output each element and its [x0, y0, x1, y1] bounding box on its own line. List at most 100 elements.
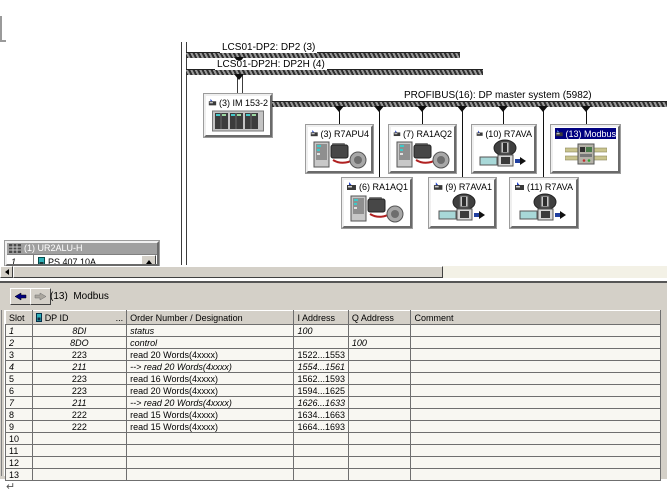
- cell-i-address[interactable]: 1554...1561: [294, 361, 348, 373]
- cell-i-address[interactable]: [294, 337, 348, 349]
- cell-comment[interactable]: [411, 409, 661, 421]
- cell-comment[interactable]: [411, 433, 661, 445]
- cell-dp-id[interactable]: [32, 457, 126, 469]
- cell-order[interactable]: [127, 433, 294, 445]
- cell-comment[interactable]: [411, 349, 661, 361]
- cell-i-address[interactable]: [294, 445, 348, 457]
- cell-dp-id[interactable]: 8DI: [32, 325, 126, 337]
- cell-q-address[interactable]: [348, 469, 411, 481]
- table-row[interactable]: 1 8DI status 100: [6, 325, 661, 337]
- cell-comment[interactable]: [411, 457, 661, 469]
- cell-dp-id[interactable]: 8DO: [32, 337, 126, 349]
- cell-q-address[interactable]: [348, 385, 411, 397]
- cell-comment[interactable]: [411, 469, 661, 481]
- cell-dp-id[interactable]: 223: [32, 385, 126, 397]
- cell-i-address[interactable]: 100: [294, 325, 348, 337]
- table-row[interactable]: 7 211 --> read 20 Words(4xxxx) 1626...16…: [6, 397, 661, 409]
- cell-slot[interactable]: 5: [6, 373, 33, 385]
- cell-slot[interactable]: 11: [6, 445, 33, 457]
- cell-slot[interactable]: 7: [6, 397, 33, 409]
- cell-q-address[interactable]: [348, 349, 411, 361]
- table-row[interactable]: 2 8DO control 100: [6, 337, 661, 349]
- cell-dp-id[interactable]: [32, 469, 126, 481]
- cell-order[interactable]: read 20 Words(4xxxx): [127, 349, 294, 361]
- cell-i-address[interactable]: 1626...1633: [294, 397, 348, 409]
- cell-q-address[interactable]: [348, 457, 411, 469]
- cell-i-address[interactable]: 1522...1553: [294, 349, 348, 361]
- cell-slot[interactable]: 13: [6, 469, 33, 481]
- device-box-im153[interactable]: (3) IM 153-2: [204, 94, 272, 137]
- rack-row-ps407[interactable]: 1 PS 407 10A: [7, 254, 157, 266]
- cell-slot[interactable]: 1: [6, 325, 33, 337]
- cell-q-address[interactable]: [348, 445, 411, 457]
- table-row[interactable]: 13: [6, 469, 661, 481]
- cell-dp-id[interactable]: 211: [32, 361, 126, 373]
- cell-dp-id[interactable]: 222: [32, 421, 126, 433]
- cell-order[interactable]: [127, 457, 294, 469]
- cell-slot[interactable]: 4: [6, 361, 33, 373]
- table-row[interactable]: 12: [6, 457, 661, 469]
- cell-q-address[interactable]: 100: [348, 337, 411, 349]
- cell-dp-id[interactable]: 223: [32, 373, 126, 385]
- cell-comment[interactable]: [411, 337, 661, 349]
- cell-order[interactable]: [127, 469, 294, 481]
- rack-scroll-up-button[interactable]: [141, 255, 156, 266]
- cell-i-address[interactable]: 1664...1693: [294, 421, 348, 433]
- profibus-label[interactable]: PROFIBUS(16): DP master system (5982): [402, 91, 594, 101]
- table-row[interactable]: 3 223 read 20 Words(4xxxx) 1522...1553: [6, 349, 661, 361]
- cell-order[interactable]: read 15 Words(4xxxx): [127, 421, 294, 433]
- cell-order[interactable]: --> read 20 Words(4xxxx): [127, 361, 294, 373]
- cell-comment[interactable]: [411, 325, 661, 337]
- cell-slot[interactable]: 3: [6, 349, 33, 361]
- table-row[interactable]: 5 223 read 16 Words(4xxxx) 1562...1593: [6, 373, 661, 385]
- cell-i-address[interactable]: [294, 433, 348, 445]
- cell-order[interactable]: --> read 20 Words(4xxxx): [127, 397, 294, 409]
- cell-order[interactable]: read 15 Words(4xxxx): [127, 409, 294, 421]
- cell-dp-id[interactable]: [32, 445, 126, 457]
- cell-dp-id[interactable]: 223: [32, 349, 126, 361]
- cell-i-address[interactable]: 1562...1593: [294, 373, 348, 385]
- device-box-r7apu4[interactable]: (3) R7APU4: [306, 125, 373, 173]
- cell-q-address[interactable]: [348, 361, 411, 373]
- cell-order[interactable]: read 20 Words(4xxxx): [127, 385, 294, 397]
- cell-order[interactable]: [127, 445, 294, 457]
- dp2-bus-label[interactable]: LCS01-DP2: DP2 (3): [220, 43, 317, 53]
- table-row[interactable]: 6 223 read 20 Words(4xxxx) 1594...1625: [6, 385, 661, 397]
- forward-button[interactable]: [30, 288, 51, 305]
- cell-dp-id[interactable]: [32, 433, 126, 445]
- horizontal-scrollbar[interactable]: [0, 266, 667, 278]
- cell-q-address[interactable]: [348, 421, 411, 433]
- dp2h-bus-label[interactable]: LCS01-DP2H: DP2H (4): [215, 60, 327, 70]
- rack-window-ur2alu-h[interactable]: (1) UR2ALU-H 1 PS 407 10A: [5, 241, 159, 266]
- cell-slot[interactable]: 10: [6, 433, 33, 445]
- table-row[interactable]: 8 222 read 15 Words(4xxxx) 1634...1663: [6, 409, 661, 421]
- scroll-left-button[interactable]: [0, 266, 13, 278]
- cell-comment[interactable]: [411, 373, 661, 385]
- scrollbar-thumb[interactable]: [13, 266, 443, 278]
- cell-slot[interactable]: 6: [6, 385, 33, 397]
- device-box-ra1aq1[interactable]: (6) RA1AQ1: [342, 178, 412, 228]
- cell-i-address[interactable]: 1634...1663: [294, 409, 348, 421]
- cell-slot[interactable]: 2: [6, 337, 33, 349]
- device-box-r7ava-10[interactable]: (10) R7AVA: [472, 125, 536, 173]
- device-box-modbus[interactable]: (13) Modbus: [551, 125, 620, 173]
- cell-i-address[interactable]: [294, 457, 348, 469]
- cell-q-address[interactable]: [348, 433, 411, 445]
- cell-comment[interactable]: [411, 421, 661, 433]
- cell-q-address[interactable]: [348, 325, 411, 337]
- profibus-bus-line[interactable]: [272, 101, 667, 107]
- table-row[interactable]: 11: [6, 445, 661, 457]
- cell-comment[interactable]: [411, 445, 661, 457]
- cell-dp-id[interactable]: 211: [32, 397, 126, 409]
- cell-comment[interactable]: [411, 397, 661, 409]
- cell-order[interactable]: control: [127, 337, 294, 349]
- table-row[interactable]: 4 211 --> read 20 Words(4xxxx) 1554...15…: [6, 361, 661, 373]
- cell-comment[interactable]: [411, 361, 661, 373]
- device-box-ra1aq2[interactable]: (7) RA1AQ2: [389, 125, 456, 173]
- rack-window-titlebar[interactable]: (1) UR2ALU-H: [7, 243, 157, 254]
- cell-q-address[interactable]: [348, 409, 411, 421]
- device-box-r7ava1[interactable]: (9) R7AVA1: [429, 178, 496, 228]
- cell-order[interactable]: status: [127, 325, 294, 337]
- back-button[interactable]: [10, 288, 31, 305]
- cell-dp-id[interactable]: 222: [32, 409, 126, 421]
